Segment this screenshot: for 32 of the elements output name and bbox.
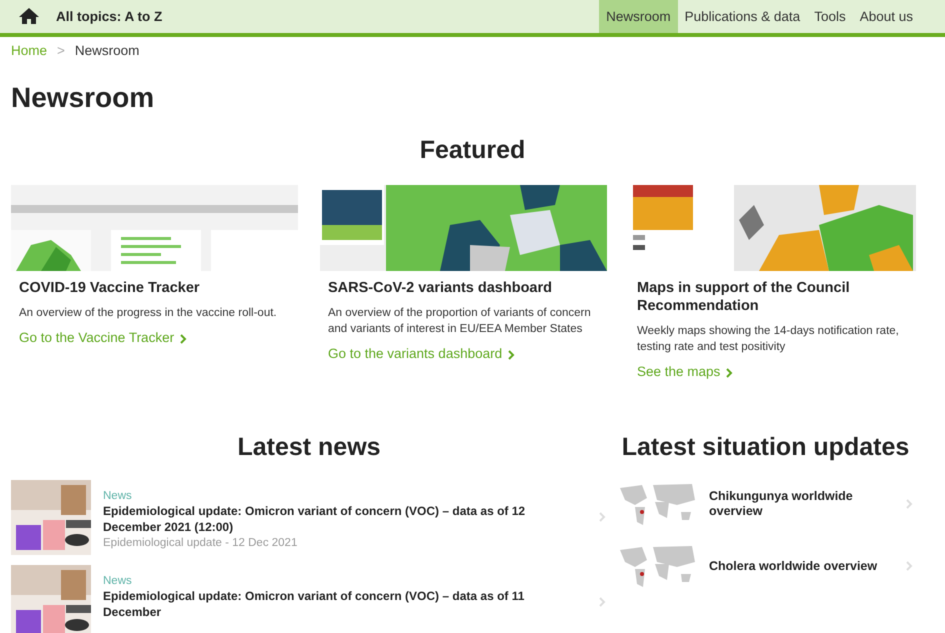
chevron-right-icon: [724, 368, 734, 378]
card-title: COVID-19 Vaccine Tracker: [19, 279, 201, 298]
card-description: An overview of the proportion of variants of concern and variants of interest in EU/EEA Member States: [328, 306, 592, 338]
card-title: Maps in support of the Council Recommendation: [637, 279, 851, 316]
card-title: SARS-CoV-2 variants dashboard: [328, 279, 553, 298]
update-title[interactable]: Chikungunya worldwide overview: [709, 489, 892, 519]
section-heading: Latest news: [236, 433, 382, 462]
nav-tab[interactable]: Tools: [807, 0, 853, 33]
chevron-right-icon: [904, 498, 914, 509]
chevron-right-icon: [904, 560, 914, 571]
chevron-right-icon: [506, 350, 516, 360]
news-meta: Epidemiological update - 12 Dec 2021: [103, 537, 298, 550]
section-heading: Featured: [418, 136, 526, 165]
update-title[interactable]: Cholera worldwide overview: [709, 558, 892, 574]
news-category: News: [103, 490, 133, 502]
news-title[interactable]: Epidemiological update: Omicron variant of concern (VOC) – data as of 11 December: [103, 589, 577, 620]
news-category: News: [103, 575, 133, 587]
card-description: Weekly maps showing the 14-days notification rate, testing rate and test positivity: [637, 324, 900, 356]
nav-tab[interactable]: About us: [852, 0, 920, 33]
card-description: An overview of the progress in the vaccine roll-out.: [19, 306, 278, 322]
chevron-right-icon: [178, 334, 188, 344]
page-title: Newsroom: [11, 82, 156, 114]
section-heading: Latest situation updates: [620, 433, 910, 462]
chevron-right-icon: [597, 512, 607, 522]
nav-tab[interactable]: Publications & data: [678, 0, 808, 33]
chevron-right-icon: [597, 597, 607, 608]
topics-link[interactable]: All topics: A to Z: [56, 9, 162, 24]
news-title[interactable]: Epidemiological update: Omicron variant of concern (VOC) – data as of 12 December 2021 (12:00): [103, 504, 577, 536]
nav-tab[interactable]: Newsroom: [599, 0, 678, 33]
home-icon[interactable]: [18, 7, 40, 25]
breadcrumb-separator: >: [57, 43, 65, 58]
breadcrumb-current: Newsroom: [74, 43, 140, 58]
